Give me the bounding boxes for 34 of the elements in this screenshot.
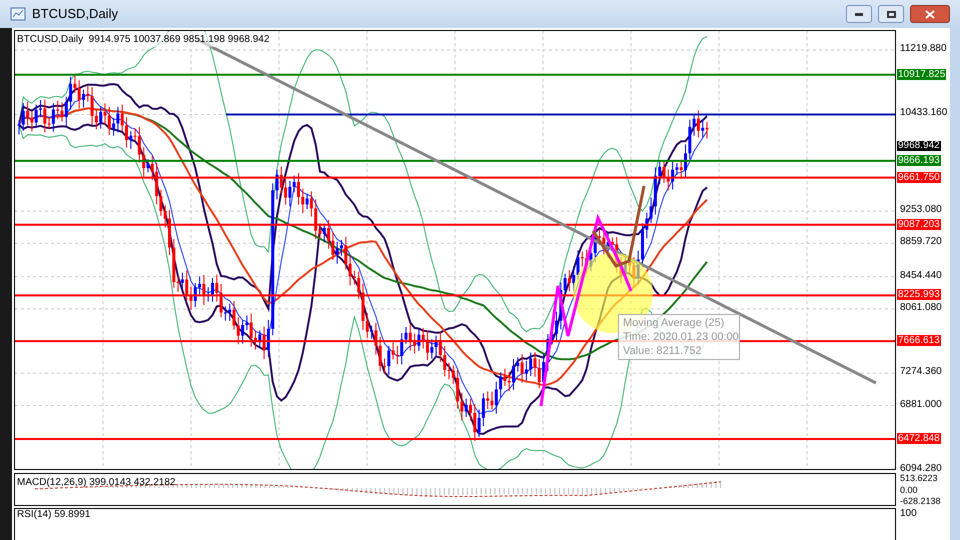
price-level-label: 6472.848 [897,432,941,444]
price-axis-label: 10433.160 [900,107,948,120]
macd-header: MACD(12,26,9) 399.0143 432.2182 [17,476,176,490]
price-axis-label: 6094.280 [900,463,942,474]
current-price-label: 9968.942 [897,140,941,150]
rsi-header: RSI(14) 59.8991 [17,509,90,521]
macd-axis-label: 0.00 [900,484,919,494]
tooltip-line: Value: 8211.752 [623,344,702,358]
price-level-label: 9087.203 [897,218,941,230]
chart-window-icon [10,7,26,21]
price-level-label: 7666.613 [897,335,941,346]
price-axis-label: 11219.880 [900,43,947,55]
rsi-axis-label: 100 [900,508,918,520]
macd-axis-label: 513.6223 [900,473,939,483]
restore-button[interactable] [878,5,904,23]
price-level-label: 9661.750 [897,172,941,183]
close-icon [925,10,935,18]
minimize-icon [855,12,863,16]
price-axis-label: 7274.360 [900,366,942,378]
price-level-label: 10917.825 [897,68,946,80]
window-title: BTCUSD,Daily [32,5,118,24]
minimize-button[interactable] [846,5,872,23]
price-level-label: 8225.993 [897,289,941,300]
chart-header: BTCUSD,Daily 9914.975 10037.869 9851.198 9968.942 [17,32,270,47]
price-axis-label: 8859.720 [900,236,942,248]
price-level-label: 9866.193 [897,154,941,166]
restore-icon [886,10,896,18]
tooltip-line: Moving Average (25) [623,316,726,330]
macd-axis-label: -628.2138 [900,496,942,506]
price-axis-label: 8061.080 [900,302,942,314]
price-axis-label: 6881.000 [900,398,942,411]
price-axis-label: 9253.080 [900,204,942,216]
close-button[interactable] [910,5,950,23]
price-axis-label: 8454.440 [900,270,942,282]
